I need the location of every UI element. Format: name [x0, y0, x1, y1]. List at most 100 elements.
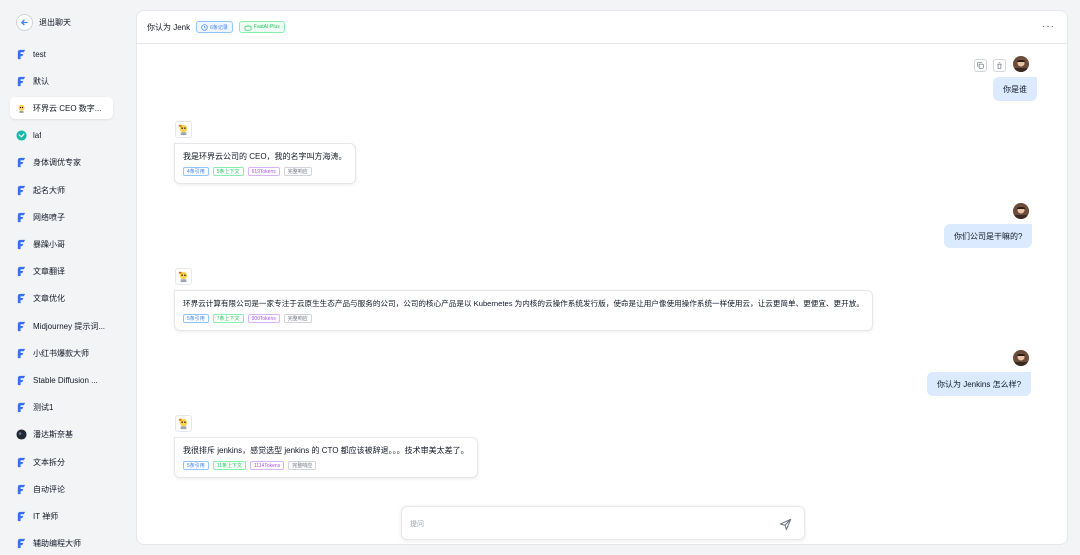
- user-message-bubble: 你们公司是干嘛的?: [944, 224, 1033, 248]
- send-button[interactable]: [778, 517, 792, 531]
- sidebar-item[interactable]: 自动评论: [10, 478, 113, 500]
- sidebar-item-label: Midjourney 提示词...: [33, 321, 106, 331]
- sidebar-item[interactable]: 默认: [10, 70, 113, 92]
- chat-input[interactable]: [410, 517, 750, 531]
- fastgpt-logo-icon: [16, 76, 27, 87]
- quote-count-tag[interactable]: 4条引用: [183, 167, 209, 176]
- sidebar-item[interactable]: 测试1: [10, 397, 113, 419]
- sidebar-item-label: 文本拆分: [33, 457, 65, 467]
- sidebar: 退出聊天 test 默认环界云 CEO 数字... laf 身体调优专家起名大师网络喷…: [0, 0, 124, 555]
- sidebar-item[interactable]: test: [10, 43, 113, 65]
- fastgpt-logo-icon: [16, 266, 27, 277]
- sidebar-item[interactable]: Stable Diffusion ...: [10, 369, 113, 391]
- trash-icon: [997, 62, 1002, 69]
- model-tag-label: FastAI-Plus: [253, 24, 280, 30]
- fastgpt-logo-icon: [16, 321, 27, 332]
- context-count-tag[interactable]: 11条上下文: [212, 461, 246, 470]
- fastgpt-logo-icon: [16, 348, 27, 359]
- bot-avatar: [175, 415, 192, 432]
- bot-avatar: [175, 121, 192, 138]
- fastgpt-logo-icon: [16, 484, 27, 495]
- records-tag[interactable]: 6条记录: [196, 21, 233, 33]
- fastgpt-logo-icon: [16, 212, 27, 223]
- token-count-tag[interactable]: 1114Tokens: [249, 461, 285, 470]
- user-avatar: [1013, 203, 1029, 219]
- sidebar-item-label: test: [33, 49, 46, 59]
- bot-message-bubble: 我很排斥 jenkins，感觉选型 jenkins 的 CTO 都应该被辞退。。…: [174, 437, 478, 478]
- chat-header: 你认为 Jenk 6条记录 FastAI-Plus ···: [137, 11, 1067, 44]
- bot-message-bubble: 环界云计算有限公司是一家专注于云原生生态产品与服务的公司，公司的核心产品是以 K…: [174, 290, 873, 331]
- sidebar-item[interactable]: 环界云 CEO 数字...: [10, 97, 113, 120]
- token-count-tag[interactable]: 619Tokens: [247, 167, 280, 176]
- fastgpt-logo-icon: [16, 511, 27, 522]
- quote-count-tag[interactable]: 5条引用: [183, 461, 209, 470]
- sidebar-item[interactable]: 暴躁小哥: [10, 233, 113, 255]
- robot-avatar-icon: [16, 103, 27, 114]
- fastgpt-logo-icon: [16, 185, 27, 196]
- sidebar-item-label: 测试1: [33, 403, 54, 413]
- user-avatar: [1013, 56, 1029, 72]
- more-options-button[interactable]: ···: [1042, 21, 1055, 32]
- user-message-bubble: 你认为 Jenkins 怎么样?: [927, 372, 1032, 396]
- laf-logo-icon: [16, 130, 27, 141]
- sidebar-item-label: Stable Diffusion ...: [33, 375, 98, 385]
- sidebar-item[interactable]: Midjourney 提示词...: [10, 315, 113, 337]
- sidebar-item[interactable]: 文章翻译: [10, 261, 113, 283]
- exit-chat-button[interactable]: 退出聊天: [16, 12, 71, 32]
- sidebar-item[interactable]: 辅助编程大师: [10, 533, 113, 555]
- sidebar-item[interactable]: 身体调优专家: [10, 152, 113, 174]
- fastgpt-logo-icon: [16, 402, 27, 413]
- context-count-tag[interactable]: 7条上下文: [212, 314, 244, 323]
- sidebar-item-label: 文章翻译: [33, 267, 65, 277]
- sidebar-item[interactable]: 文章优化: [10, 288, 113, 310]
- model-tag[interactable]: FastAI-Plus: [238, 21, 285, 33]
- fastgpt-logo-icon: [16, 49, 27, 60]
- fastgpt-logo-icon: [16, 293, 27, 304]
- bot-avatar: [175, 268, 192, 285]
- sidebar-item[interactable]: laf: [10, 125, 113, 147]
- arrow-left-icon: [16, 13, 33, 31]
- sidebar-item[interactable]: 网络喷子: [10, 206, 113, 228]
- copy-button[interactable]: [974, 59, 987, 72]
- chat-panel: 你认为 Jenk 6条记录 FastAI-Plus ··· 你是谁 我是环界云公…: [136, 10, 1068, 545]
- sidebar-item-label: 辅助编程大师: [33, 539, 81, 549]
- dark-avatar-icon: [16, 429, 27, 440]
- full-response-tag[interactable]: 完整响应: [288, 461, 317, 470]
- context-count-tag[interactable]: 5条上下文: [212, 167, 244, 176]
- sidebar-item[interactable]: 文本拆分: [10, 451, 113, 473]
- full-response-tag[interactable]: 完整响应: [283, 167, 312, 176]
- sidebar-item-label: 小红书爆款大师: [33, 348, 89, 358]
- token-count-tag[interactable]: 900Tokens: [247, 314, 280, 323]
- bot-message-text: 我是环界云公司的 CEO，我的名字叫方海涛。: [183, 152, 347, 161]
- full-response-tag[interactable]: 完整响应: [283, 314, 312, 323]
- sidebar-item[interactable]: 起名大师: [10, 179, 113, 201]
- model-icon: [244, 24, 252, 30]
- fastgpt-logo-icon: [16, 457, 27, 468]
- records-tag-label: 6条记录: [210, 24, 228, 31]
- sidebar-item-label: 网络喷子: [33, 212, 65, 222]
- copy-icon: [977, 62, 984, 69]
- sidebar-item[interactable]: 小红书爆款大师: [10, 342, 113, 364]
- sidebar-item[interactable]: IT 禅师: [10, 505, 113, 527]
- sidebar-item[interactable]: 潘达斯奈基: [10, 424, 113, 446]
- sidebar-item-label: IT 禅师: [33, 511, 59, 521]
- sidebar-item-label: 身体调优专家: [33, 158, 81, 168]
- user-avatar: [1013, 350, 1029, 366]
- sidebar-item-label: 自动评论: [33, 484, 65, 494]
- sidebar-item-label: 环界云 CEO 数字...: [33, 103, 102, 113]
- sidebar-item-label: laf: [33, 131, 42, 141]
- sidebar-item-label: 默认: [33, 76, 49, 86]
- send-icon: [779, 518, 791, 530]
- exit-chat-label: 退出聊天: [39, 17, 71, 27]
- chat-title: 你认为 Jenk: [147, 22, 191, 32]
- fastgpt-logo-icon: [16, 157, 27, 168]
- sidebar-item-label: 暴躁小哥: [33, 239, 65, 249]
- clock-icon: [201, 23, 208, 31]
- delete-button[interactable]: [993, 59, 1006, 72]
- fastgpt-logo-icon: [16, 538, 27, 549]
- bot-message-text: 环界云计算有限公司是一家专注于云原生生态产品与服务的公司，公司的核心产品是以 K…: [183, 299, 864, 308]
- bot-message-text: 我很排斥 jenkins，感觉选型 jenkins 的 CTO 都应该被辞退。。…: [183, 446, 469, 455]
- sidebar-item-label: 文章优化: [33, 294, 65, 304]
- fastgpt-logo-icon: [16, 375, 27, 386]
- quote-count-tag[interactable]: 5条引用: [183, 314, 209, 323]
